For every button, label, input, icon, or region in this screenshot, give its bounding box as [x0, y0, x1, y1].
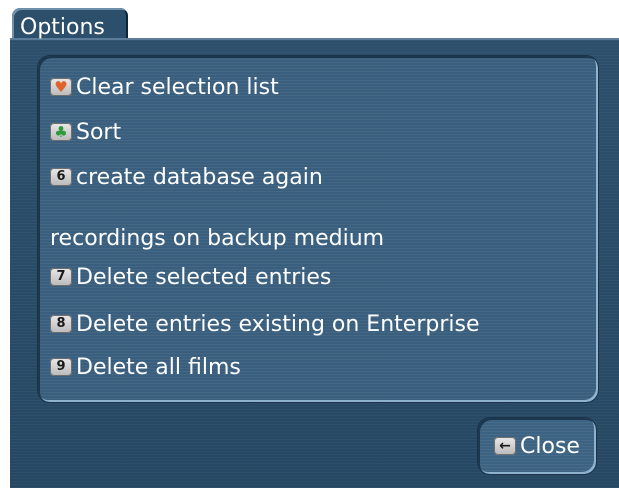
heart-key-icon: ♥: [50, 78, 72, 96]
menu-item-delete-all-films[interactable]: 9 Delete all films: [50, 350, 241, 384]
key-7-icon: 7: [50, 268, 72, 286]
key-6-icon: 6: [50, 168, 72, 186]
menu-item-clear-selection-list[interactable]: ♥ Clear selection list: [50, 70, 279, 104]
menu-item-label: Delete entries existing on Enterprise: [76, 311, 480, 337]
menu-item-label: Clear selection list: [76, 74, 279, 100]
section-label-backup-medium: recordings on backup medium: [50, 225, 385, 251]
menu-item-label: create database again: [76, 164, 323, 190]
options-menu-panel: ♥ Clear selection list ♣ Sort 6 create d…: [38, 56, 598, 402]
menu-item-delete-existing-entries[interactable]: 8 Delete entries existing on Enterprise: [50, 307, 479, 341]
dialog-title: Options: [20, 15, 105, 40]
key-9-icon: 9: [50, 358, 72, 376]
menu-item-label: Delete selected entries: [76, 264, 332, 290]
menu-item-label: Delete all films: [76, 354, 241, 380]
club-key-icon: ♣: [50, 123, 72, 141]
close-button[interactable]: ← Close: [478, 418, 596, 474]
back-arrow-key-icon: ←: [494, 437, 517, 455]
key-8-icon: 8: [50, 315, 72, 333]
menu-item-label: Sort: [76, 119, 122, 145]
menu-item-sort[interactable]: ♣ Sort: [50, 115, 121, 149]
menu-item-delete-selected-entries[interactable]: 7 Delete selected entries: [50, 260, 331, 294]
menu-item-create-database-again[interactable]: 6 create database again: [50, 160, 323, 194]
close-button-label: Close: [520, 433, 580, 459]
